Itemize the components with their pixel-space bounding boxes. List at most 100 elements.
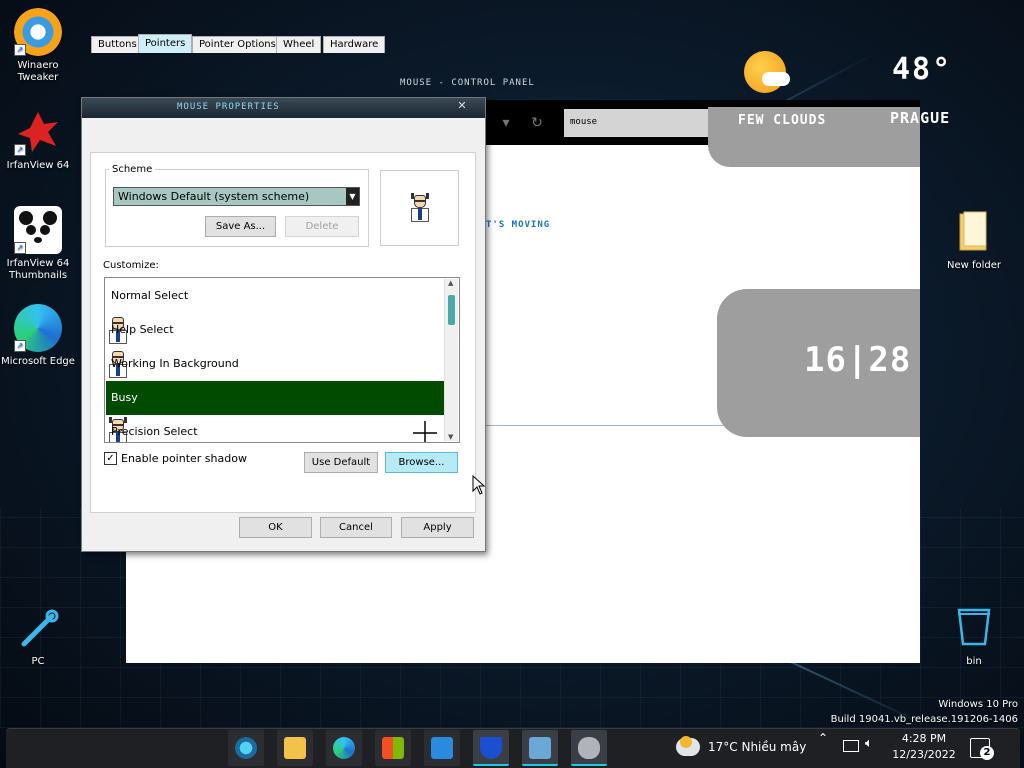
dropdown-arrow-icon[interactable]: ▾	[495, 112, 517, 134]
list-item[interactable]: Precision Select	[106, 415, 444, 442]
desktop-icon-label: IrfanView 64	[6, 160, 70, 171]
cancel-button[interactable]: Cancel	[320, 517, 392, 538]
taskbar-security[interactable]	[473, 730, 509, 766]
desktop-icon-winaero-tweaker[interactable]: ↗ Winaero Tweaker	[0, 8, 76, 84]
control-panel-title: MOUSE - CONTROL PANEL	[400, 78, 535, 88]
pointer-shadow-checkbox[interactable]: ✓	[104, 452, 117, 465]
windows-watermark: Windows 10 Pro Build 19041.vb_release.19…	[831, 697, 1018, 727]
desktop-icon-microsoft-edge[interactable]: ↗ Microsoft Edge	[0, 304, 76, 368]
taskbar-edge[interactable]	[326, 730, 362, 766]
list-item-label: Normal Select	[111, 289, 189, 302]
taskbar-mouse[interactable]	[571, 730, 607, 766]
scrollbar-thumb[interactable]	[448, 295, 455, 325]
recycle-bin-icon	[950, 604, 998, 652]
tab-hardware[interactable]: Hardware	[323, 36, 386, 53]
cloud-icon	[762, 72, 790, 86]
file-explorer-icon	[284, 737, 306, 759]
eared-figure-icon	[407, 193, 433, 223]
ok-button[interactable]: OK	[239, 517, 312, 538]
control-panel-heading: T'S MOVING	[486, 220, 551, 230]
shortcut-arrow-icon: ↗	[14, 340, 26, 352]
weather-temperature: 48°	[892, 52, 953, 87]
irfanview-icon: ↗	[14, 108, 62, 156]
weather-city: PRAGUE	[890, 109, 951, 127]
save-as-button[interactable]: Save As...	[205, 216, 276, 237]
chevron-up-icon[interactable]: ⌃	[818, 731, 828, 745]
network-icon[interactable]	[843, 740, 859, 752]
desktop-icon-pc[interactable]: PC	[0, 604, 76, 668]
use-default-button[interactable]: Use Default	[304, 452, 378, 473]
dialog-title: MOUSE PROPERTIES	[177, 102, 280, 112]
tab-pointers[interactable]: Pointers	[138, 34, 193, 53]
taskbar-control-panel[interactable]	[522, 730, 558, 766]
shortcut-arrow-icon: ↗	[14, 242, 26, 254]
list-item-label: Busy	[111, 391, 138, 404]
taskbar-weather-text[interactable]: 17°C Nhiều mây	[708, 736, 806, 758]
desktop-icon-irfanview[interactable]: ↗ IrfanView 64	[0, 108, 76, 172]
volume-icon[interactable]: 🔈︎	[865, 736, 873, 751]
desktop-icon-label: New folder	[946, 260, 1002, 271]
list-item-selected[interactable]: Busy	[106, 381, 444, 442]
scroll-down-icon[interactable]: ▼	[448, 433, 453, 441]
list-item-label: Precision Select	[111, 425, 198, 438]
tab-pointer-options[interactable]: Pointer Options	[192, 36, 283, 53]
folder-icon	[950, 208, 998, 256]
mouse-icon	[578, 737, 600, 759]
winaero-icon: ↗	[14, 8, 62, 56]
apply-button[interactable]: Apply	[401, 517, 474, 538]
taskbar-media-player[interactable]	[228, 730, 264, 766]
close-icon[interactable]: ✕	[455, 99, 469, 113]
cursor-list[interactable]: Normal Select Help Select Working In Bac…	[104, 277, 460, 443]
browse-button[interactable]: Browse...	[385, 452, 458, 473]
security-icon	[480, 737, 502, 759]
tab-buttons[interactable]: Buttons	[91, 36, 144, 53]
store-icon	[382, 737, 404, 759]
watermark-build: Build 19041.vb_release.191206-1406	[830, 714, 1018, 725]
media-player-icon	[235, 737, 257, 759]
desktop-icon-label: Microsoft Edge	[1, 356, 75, 367]
desktop-icon-recycle-bin[interactable]: bin	[936, 604, 1012, 668]
desktop-icon-label: Winaero Tweaker	[17, 60, 59, 83]
taskbar-date: 12/23/2022	[892, 748, 956, 761]
crosshair-icon	[413, 421, 437, 442]
list-item[interactable]: Help Select	[106, 313, 444, 378]
desktop-icon-label: PC	[31, 656, 45, 667]
list-item-label: Working In Background	[111, 357, 239, 370]
mail-icon	[431, 737, 453, 759]
notification-count: 2	[980, 746, 994, 760]
tab-wheel[interactable]: Wheel	[276, 36, 322, 53]
weather-description: FEW CLOUDS	[738, 113, 827, 128]
scheme-select[interactable]: Windows Default (system scheme) ▼	[113, 187, 360, 206]
refresh-icon[interactable]: ↻	[526, 112, 548, 134]
dialog-titlebar[interactable]: MOUSE PROPERTIES ✕	[82, 98, 485, 118]
desktop-icon-label: IrfanView 64 Thumbnails	[6, 258, 70, 281]
delete-button[interactable]: Delete	[285, 216, 359, 237]
taskbar-mail[interactable]	[424, 730, 460, 766]
taskbar-clock[interactable]: 4:28 PM 12/23/2022	[890, 731, 958, 763]
panda-icon: ↗	[14, 206, 62, 254]
cursor-preview-box	[380, 170, 459, 246]
mouse-pointer-icon	[472, 475, 486, 495]
watermark-edition: Windows 10 Pro	[938, 699, 1018, 710]
clock-time: 16|28	[804, 340, 912, 380]
desktop-icon-irfanview-thumbnails[interactable]: ↗ IrfanView 64 Thumbnails	[0, 206, 76, 282]
taskbar-file-explorer[interactable]	[277, 730, 313, 766]
shortcut-arrow-icon: ↗	[14, 44, 26, 56]
desktop-icon-new-folder[interactable]: New folder	[936, 208, 1012, 272]
chevron-down-icon: ▼	[346, 188, 359, 205]
scroll-up-icon[interactable]: ▲	[448, 279, 453, 287]
list-item-label: Help Select	[111, 323, 174, 336]
scheme-label: Scheme	[109, 164, 156, 175]
pointer-shadow-label: Enable pointer shadow	[121, 452, 247, 465]
list-scrollbar[interactable]: ▲ ▼	[444, 279, 458, 441]
taskbar-store[interactable]	[375, 730, 411, 766]
control-panel-icon	[529, 737, 551, 759]
search-input[interactable]: mouse	[564, 109, 714, 137]
list-item[interactable]: Working In Background	[106, 347, 444, 412]
scheme-select-value: Windows Default (system scheme)	[118, 190, 310, 203]
edge-icon	[333, 737, 355, 759]
shortcut-arrow-icon: ↗	[14, 144, 26, 156]
list-item[interactable]: Normal Select	[106, 279, 444, 344]
sun-icon	[680, 736, 692, 748]
pc-icon	[14, 604, 62, 652]
